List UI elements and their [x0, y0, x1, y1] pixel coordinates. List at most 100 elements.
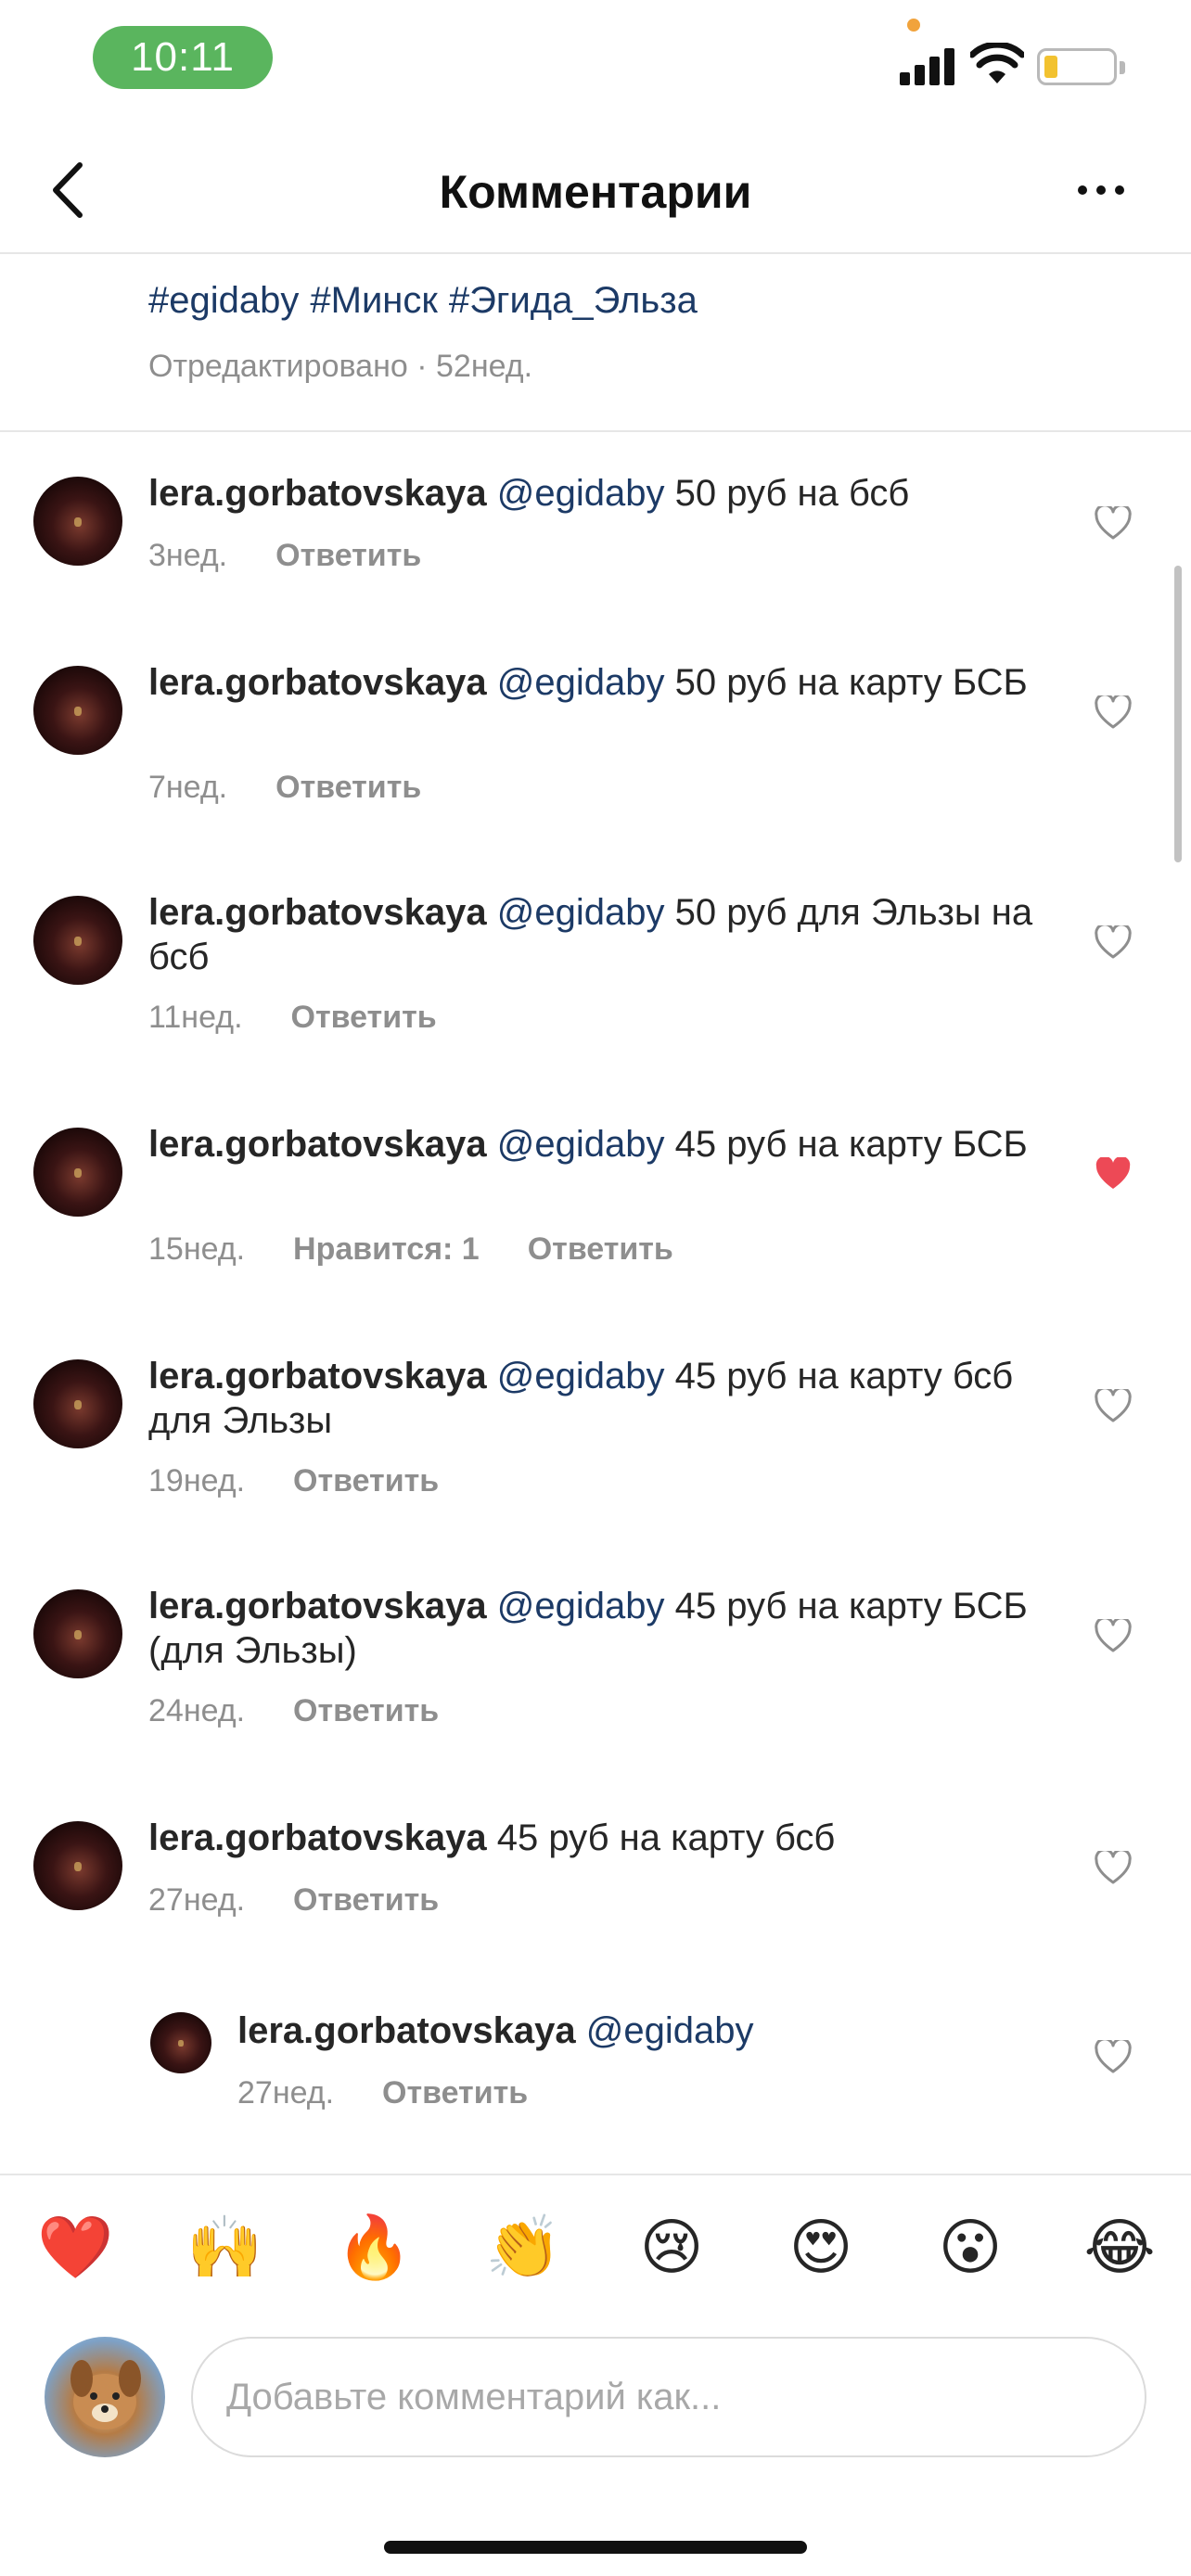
reply-button[interactable]: Ответить	[293, 1882, 439, 1918]
comment-mention[interactable]: @egidaby	[497, 662, 665, 703]
comment-meta: 15нед. Нравится: 1 Ответить	[148, 1231, 673, 1268]
hashtag-link[interactable]: #egidaby	[148, 280, 299, 321]
comment-mention[interactable]: @egidaby	[586, 2010, 754, 2051]
comment-text: lera.gorbatovskaya @egidaby 50 руб для Э…	[148, 890, 1054, 979]
comment-text: lera.gorbatovskaya @egidaby 45 руб на ка…	[148, 1584, 1054, 1673]
comment-time: 27нед.	[148, 1882, 246, 1918]
comment-username[interactable]: lera.gorbatovskaya	[148, 1124, 487, 1165]
comment-time: 11нед.	[148, 1000, 243, 1035]
fire-emoji[interactable]: 🔥	[336, 2214, 412, 2279]
red-heart-emoji[interactable]: ❤️	[37, 2214, 113, 2279]
comment-username[interactable]: lera.gorbatovskaya	[237, 2010, 576, 2051]
comment-text: lera.gorbatovskaya 45 руб на карту бсб	[148, 1816, 1054, 1860]
post-caption: #egidaby #Минск #Эгида_Эльза Отредактирова…	[0, 254, 1191, 432]
heart-icon[interactable]	[1095, 1389, 1132, 1422]
comment-time: 3нед.	[148, 538, 228, 573]
commenter-avatar[interactable]	[150, 2012, 211, 2073]
comment-message: 50 руб на карту БСБ	[674, 662, 1028, 703]
comment-time: 19нед.	[148, 1463, 246, 1498]
commenter-avatar[interactable]	[33, 896, 122, 985]
comment-username[interactable]: lera.gorbatovskaya	[148, 892, 487, 933]
dog-photo-icon	[70, 2360, 141, 2429]
comment-meta: 3нед. Ответить	[148, 538, 421, 574]
comment-time: 24нед.	[148, 1693, 246, 1728]
caption-time: 52нед.	[436, 349, 533, 384]
comment-mention[interactable]: @egidaby	[497, 473, 665, 514]
comment-text: lera.gorbatovskaya @egidaby	[237, 2009, 1054, 2053]
comment-meta: 27нед. Ответить	[148, 1882, 439, 1919]
page-title: Комментарии	[439, 166, 752, 218]
comment-message: 50 руб на бсб	[674, 473, 910, 514]
comment-username[interactable]: lera.gorbatovskaya	[148, 1586, 487, 1626]
reply-button[interactable]: Ответить	[293, 1693, 439, 1728]
comment-username[interactable]: lera.gorbatovskaya	[148, 1356, 487, 1396]
comment-mention[interactable]: @egidaby	[497, 892, 665, 933]
comment-username[interactable]: lera.gorbatovskaya	[148, 1817, 487, 1858]
comment-text: lera.gorbatovskaya @egidaby 45 руб на ка…	[148, 1354, 1054, 1443]
reply-button[interactable]: Ответить	[275, 538, 421, 573]
reply-button[interactable]: Ответить	[528, 1231, 673, 1267]
hashtag-link[interactable]: #Эгида_Эльза	[449, 280, 698, 321]
surprised-face-emoji[interactable]: 😮	[933, 2214, 1007, 2279]
heart-icon[interactable]	[1095, 695, 1132, 729]
comment-text: lera.gorbatovskaya @egidaby 50 руб на ка…	[148, 660, 1054, 705]
current-user-avatar	[45, 2337, 165, 2457]
meta-separator: ·	[416, 349, 428, 384]
comment-meta: 11нед. Ответить	[148, 1000, 437, 1036]
comment-time: 27нед.	[237, 2075, 335, 2111]
commenter-avatar[interactable]	[33, 1589, 122, 1678]
comment-mention[interactable]: @egidaby	[497, 1356, 665, 1396]
battery-icon	[1037, 48, 1125, 85]
home-indicator[interactable]	[384, 2541, 807, 2554]
privacy-indicator-dot	[907, 19, 920, 32]
edited-label: Отредактировано	[148, 349, 408, 384]
more-horizontal-icon[interactable]	[1076, 184, 1126, 197]
comment-meta: 27нед. Ответить	[237, 2075, 528, 2111]
comment-username[interactable]: lera.gorbatovskaya	[148, 662, 487, 703]
crying-face-emoji[interactable]: 😢	[634, 2214, 709, 2279]
commenter-avatar[interactable]	[33, 1821, 122, 1910]
tears-of-joy-emoji[interactable]: 😂	[1082, 2214, 1157, 2279]
wifi-icon	[970, 43, 1024, 83]
comment-meta: 19нед. Ответить	[148, 1463, 439, 1499]
comment-message: 45 руб на карту бсб	[496, 1817, 836, 1858]
caption-hashtags: #egidaby #Минск #Эгида_Эльза	[148, 280, 709, 322]
raising-hands-emoji[interactable]: 🙌	[186, 2214, 263, 2279]
comment-message: 45 руб на карту БСБ	[674, 1124, 1028, 1165]
commenter-avatar[interactable]	[33, 666, 122, 755]
comment-mention[interactable]: @egidaby	[497, 1586, 665, 1626]
comment-mention[interactable]: @egidaby	[497, 1124, 665, 1165]
hashtag-link[interactable]: #Минск	[310, 280, 438, 321]
comment-meta: 24нед. Ответить	[148, 1693, 439, 1729]
heart-icon[interactable]	[1095, 1619, 1132, 1652]
comment-composer	[0, 2287, 1191, 2463]
clapping-hands-emoji[interactable]: 👏	[485, 2214, 561, 2279]
comment-time: 7нед.	[148, 770, 228, 805]
reply-button[interactable]: Ответить	[291, 1000, 437, 1035]
comment-username[interactable]: lera.gorbatovskaya	[148, 473, 487, 514]
comment-input[interactable]	[191, 2337, 1146, 2457]
comment-text: lera.gorbatovskaya @egidaby 50 руб на бс…	[148, 471, 1054, 516]
reply-button[interactable]: Ответить	[275, 770, 421, 805]
heart-icon[interactable]	[1095, 1851, 1132, 1884]
heart-icon[interactable]	[1095, 506, 1132, 540]
heart-icon[interactable]	[1095, 2040, 1132, 2073]
header: Комментарии	[0, 121, 1191, 254]
heart-icon[interactable]	[1095, 925, 1132, 959]
reply-button[interactable]: Ответить	[382, 2075, 528, 2111]
likes-count-link[interactable]: Нравится: 1	[293, 1231, 480, 1267]
commenter-avatar[interactable]	[33, 477, 122, 566]
scrollbar[interactable]	[1174, 566, 1182, 862]
heart-filled-icon[interactable]	[1095, 1157, 1132, 1191]
commenter-avatar[interactable]	[33, 1359, 122, 1448]
cellular-signal-icon	[900, 46, 959, 85]
caption-meta: Отредактировано · 52нед.	[148, 349, 532, 385]
heart-eyes-emoji[interactable]: 😍	[784, 2214, 858, 2279]
comment-text: lera.gorbatovskaya @egidaby 45 руб на ка…	[148, 1122, 1054, 1167]
status-bar: 10:11	[0, 0, 1191, 121]
status-time[interactable]: 10:11	[93, 26, 273, 89]
reply-button[interactable]: Ответить	[293, 1463, 439, 1498]
comment-time: 15нед.	[148, 1231, 246, 1267]
comment-meta: 7нед. Ответить	[148, 770, 421, 806]
commenter-avatar[interactable]	[33, 1128, 122, 1217]
